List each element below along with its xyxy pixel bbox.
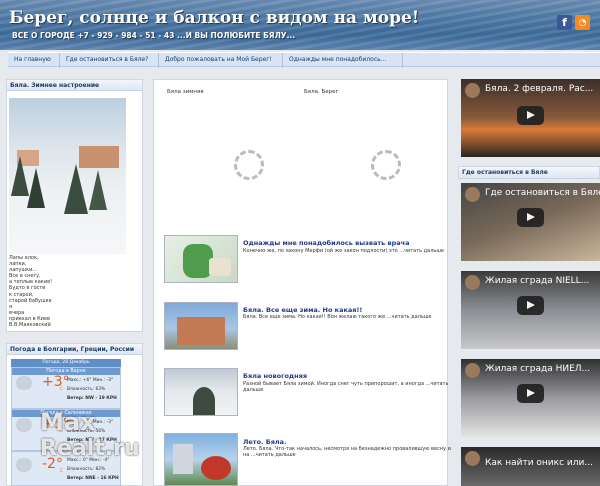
loading-spinner-icon	[371, 150, 401, 180]
article-thumbnail[interactable]	[164, 433, 238, 486]
temperature: +3°	[42, 374, 70, 390]
article-title[interactable]: Бяла. Все еще зима. Но какая!!	[243, 306, 362, 314]
cloud-sun-icon	[16, 376, 32, 390]
box-image	[209, 258, 231, 276]
article-title[interactable]: Лето. Бяла.	[243, 438, 287, 446]
weather-date: Погода, 28 Декабрь	[11, 359, 121, 367]
article-text: Бяла. Все еще зима. Но какая!! Вон желаю…	[243, 314, 432, 320]
tree-image	[64, 164, 88, 214]
panel-title: Погода в Болгарии, Греции, России	[7, 344, 142, 355]
video-player[interactable]: Бяла. 2 февраля. Рас...	[461, 79, 600, 157]
video-player[interactable]: Где остановиться в Бяле	[461, 183, 600, 261]
nav-item-where-to-stay[interactable]: Где остановиться в Бяле?	[60, 53, 159, 68]
panel-title: Бяла. Зимнее настроение	[7, 80, 142, 91]
channel-avatar	[465, 363, 480, 378]
video-title[interactable]: Жилая сграда NIELL...	[485, 276, 589, 286]
video-player[interactable]: Как найти оникс или...	[461, 447, 600, 486]
video-title[interactable]: Бяла. 2 февраля. Рас...	[485, 84, 593, 94]
tree-image	[89, 170, 107, 210]
article-title[interactable]: Бяла новогодняя	[243, 372, 307, 380]
site-header: Берег, солнце и балкон с видом на море! …	[0, 0, 600, 50]
watermark-logo: Max	[40, 408, 96, 436]
rss-icon[interactable]: ◔	[575, 15, 590, 30]
video-title[interactable]: Жилая сграда НИЕЛ...	[485, 364, 590, 374]
site-subtitle: ВСЕ О ГОРОДЕ +7 - 929 - 984 - 51 - 43 ..…	[12, 31, 296, 40]
channel-avatar	[465, 275, 480, 290]
watermark-logo: Realt.ru	[40, 436, 140, 461]
play-button-icon[interactable]	[517, 384, 544, 403]
channel-avatar	[465, 187, 480, 202]
article-thumbnail[interactable]	[164, 235, 238, 283]
panel-title: Где остановиться в Бяле	[459, 167, 599, 179]
site-title[interactable]: Берег, солнце и балкон с видом на море!	[9, 8, 419, 28]
main-nav: На главную Где остановиться в Бяле? Добр…	[8, 52, 600, 68]
nav-item-home[interactable]: На главную	[8, 53, 60, 68]
flowers-image	[201, 456, 231, 480]
building-image	[173, 444, 193, 474]
video-title[interactable]: Как найти оникс или...	[485, 458, 593, 468]
channel-avatar	[465, 83, 480, 98]
play-button-icon[interactable]	[517, 106, 544, 125]
article-text: Конечно же, по закону Мерфи (ой же закон…	[243, 248, 444, 254]
video-player[interactable]: Жилая сграда NIELL...	[461, 271, 600, 349]
widget-label: Бяла зимняя	[167, 89, 204, 95]
widget-label: Бяла. Берег	[304, 89, 339, 95]
article-text: Разной бывает Бяла зимой. Иногда снег чу…	[243, 381, 449, 393]
play-button-icon[interactable]	[517, 296, 544, 315]
loading-spinner-icon	[234, 150, 264, 180]
facebook-icon[interactable]: f	[557, 15, 572, 30]
tree-image	[27, 168, 45, 208]
channel-avatar	[465, 451, 480, 466]
winter-photo[interactable]	[9, 98, 126, 254]
article-thumbnail[interactable]	[164, 368, 238, 416]
video-player[interactable]: Жилая сграда НИЕЛ...	[461, 359, 600, 437]
snow-cloud-icon	[16, 458, 32, 472]
article-title[interactable]: Однажды мне понадобилось вызвать врача	[243, 239, 410, 247]
article-thumbnail[interactable]	[164, 302, 238, 350]
nav-item-welcome[interactable]: Добро пожаловать на Мой Берег!	[159, 53, 283, 68]
cloud-sun-icon	[16, 418, 32, 432]
video-title[interactable]: Где остановиться в Бяле	[485, 188, 600, 198]
where-to-stay-panel: Где остановиться в Бяле	[458, 166, 600, 179]
poem-text: Лапы елок, лапки, лапушки... Все в снегу, а…	[9, 255, 53, 329]
nav-item-once-needed[interactable]: Однажды мне понадобилось...	[283, 53, 403, 68]
article-text: Лето. Бяла. Что-так началось, несмотря н…	[243, 446, 451, 458]
play-button-icon[interactable]	[517, 208, 544, 227]
weather-city[interactable]: Погода в Варне +3° C Макс.: +6° Мин.: -3…	[11, 367, 121, 409]
tree-image	[193, 387, 215, 415]
building-image	[177, 317, 225, 345]
